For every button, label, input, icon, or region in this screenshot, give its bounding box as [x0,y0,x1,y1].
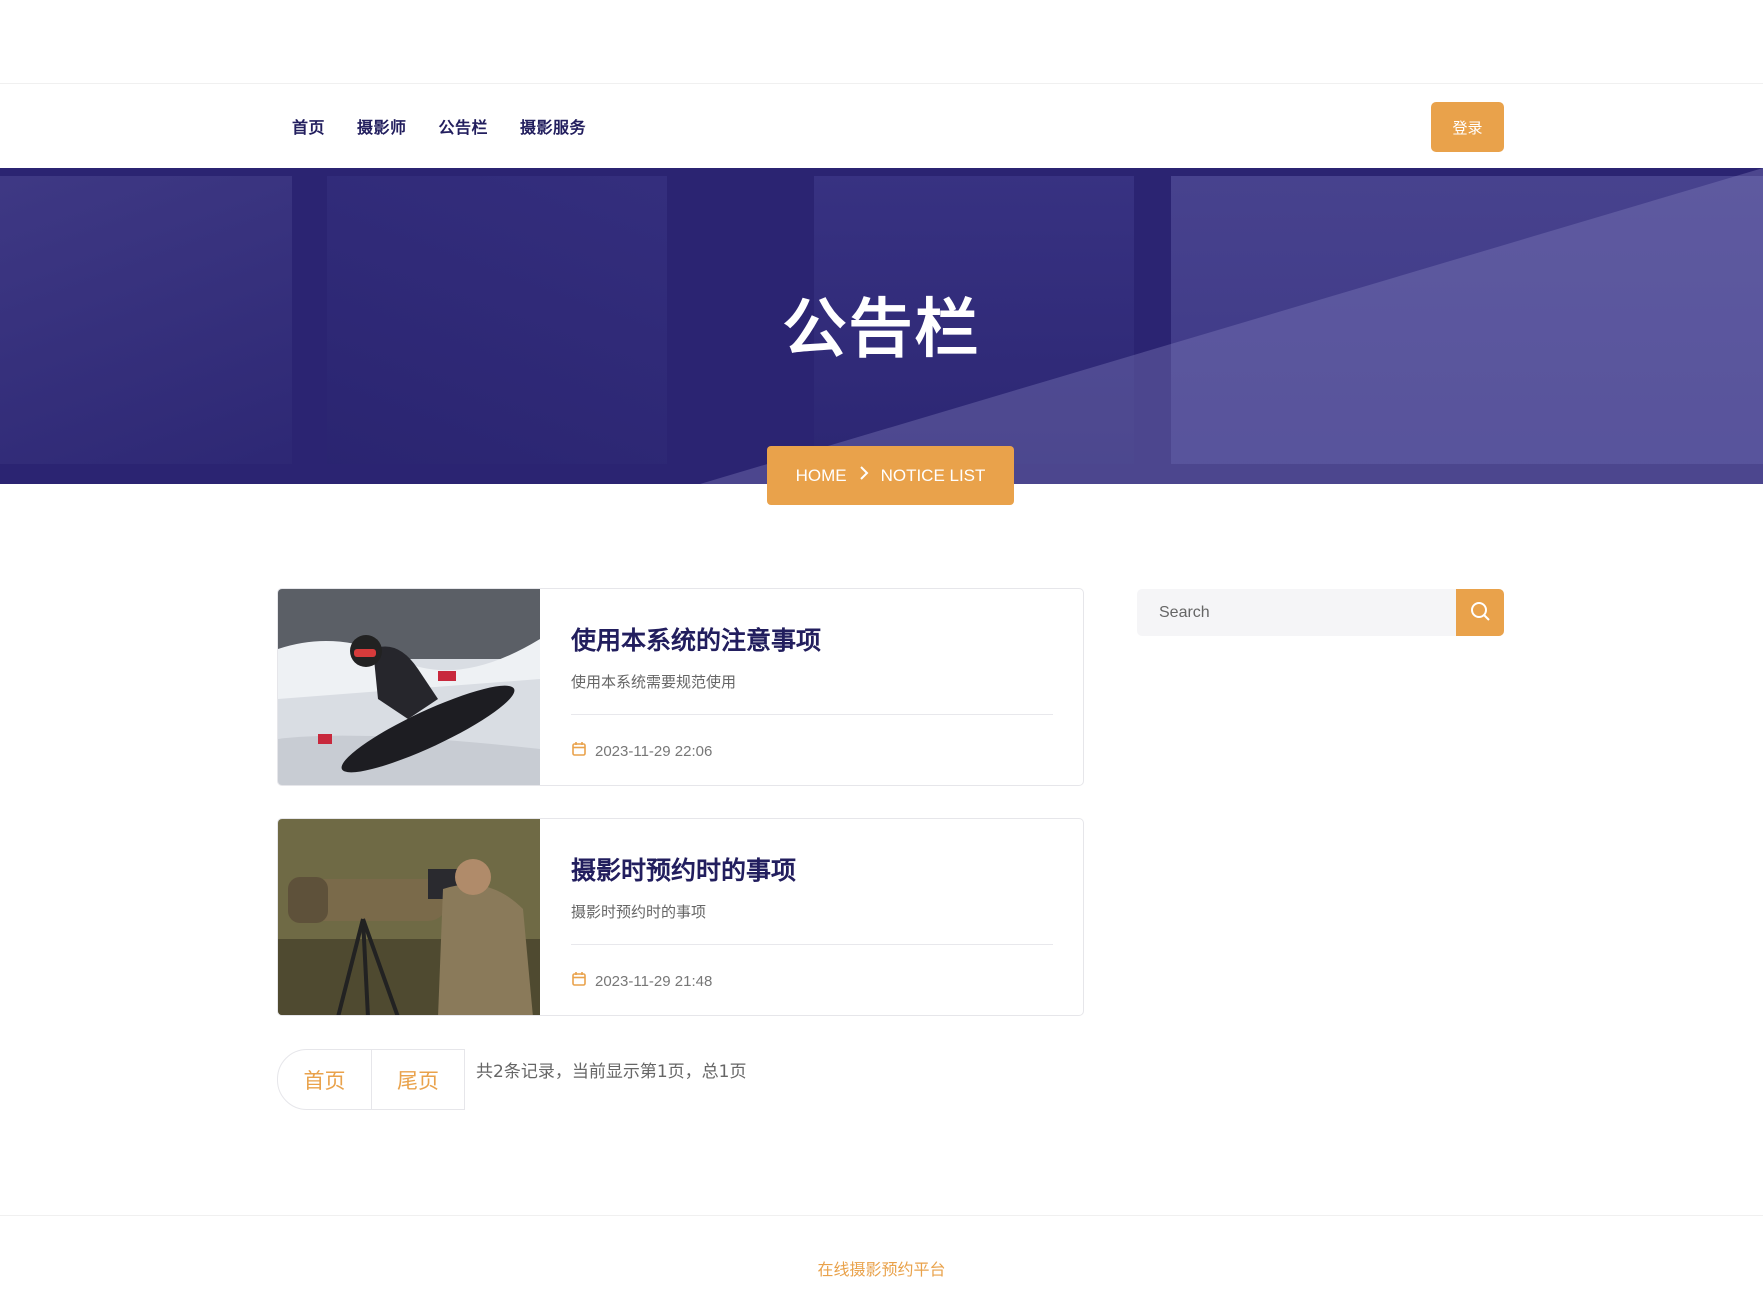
notice-date: 2023-11-29 21:48 [595,972,713,990]
calendar-icon [571,971,587,991]
nav-link-notice[interactable]: 公告栏 [439,114,489,138]
snowboarder-photo [278,589,540,785]
chevron-right-icon [859,466,869,485]
notice-card[interactable]: 使用本系统的注意事项 使用本系统需要规范使用 2023-11-29 22:06 [277,588,1084,786]
login-button[interactable]: 登录 [1431,102,1504,152]
notice-meta: 2023-11-29 21:48 [571,971,1053,991]
pagination-buttons: 首页 尾页 [277,1049,465,1110]
search-box [1137,589,1504,636]
photographer-with-telephoto-lens-photo [278,819,540,1015]
search-input[interactable] [1137,589,1456,636]
divider [571,714,1053,715]
notice-desc: 摄影时预约时的事项 [571,903,707,921]
notice-meta: 2023-11-29 22:06 [571,741,1053,761]
search-icon [1469,600,1491,626]
navbar: 首页 摄影师 公告栏 摄影服务 登录 [0,84,1763,168]
nav-links: 首页 摄影师 公告栏 摄影服务 [292,84,618,168]
breadcrumb: HOME NOTICE LIST [767,446,1014,505]
breadcrumb-home[interactable]: HOME [796,466,847,486]
divider [571,944,1053,945]
pagination-info: 共2条记录，当前显示第1页，总1页 [476,1062,747,1082]
last-page-button[interactable]: 尾页 [371,1050,464,1109]
hero-banner: 公告栏 [0,168,1763,484]
notice-desc: 使用本系统需要规范使用 [571,673,737,691]
nav-link-services[interactable]: 摄影服务 [520,114,586,138]
breadcrumb-current: NOTICE LIST [880,465,986,485]
top-strip [0,0,1763,84]
notice-date: 2023-11-29 22:06 [595,742,713,760]
notice-title[interactable]: 使用本系统的注意事项 [571,621,1053,657]
notice-body: 摄影时预约时的事项 摄影时预约时的事项 2023-11-29 21:48 [571,819,1053,991]
notice-card[interactable]: 摄影时预约时的事项 摄影时预约时的事项 2023-11-29 21:48 [277,818,1084,1016]
notice-title[interactable]: 摄影时预约时的事项 [571,851,1053,887]
nav-link-photographers[interactable]: 摄影师 [357,114,407,138]
nav-link-home[interactable]: 首页 [292,114,325,138]
footer-text: 在线摄影预约平台 [817,1260,946,1279]
pagination: 首页 尾页 共2条记录，当前显示第1页，总1页 [277,1049,746,1110]
page-title: 公告栏 [782,293,981,367]
notice-body: 使用本系统的注意事项 使用本系统需要规范使用 2023-11-29 22:06 [571,589,1053,761]
calendar-icon [571,741,587,761]
search-button[interactable] [1456,589,1504,636]
footer: 在线摄影预约平台 [0,1215,1763,1299]
first-page-button[interactable]: 首页 [278,1050,371,1109]
